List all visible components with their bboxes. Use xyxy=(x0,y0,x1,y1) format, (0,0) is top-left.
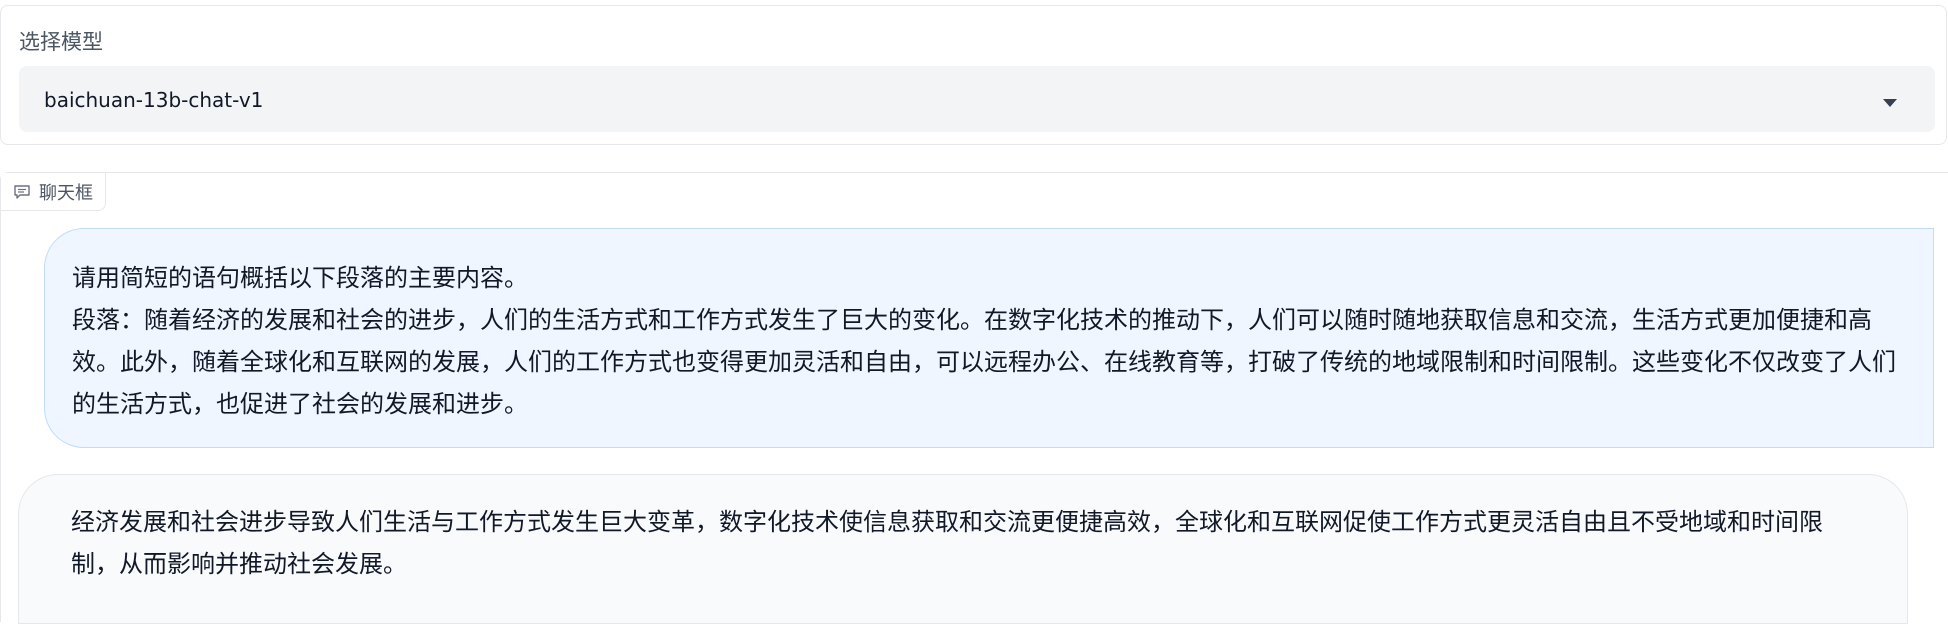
chatbot-label: 聊天框 xyxy=(39,182,93,204)
model-dropdown-value: baichuan-13b-chat-v1 xyxy=(44,88,264,112)
bot-message: 经济发展和社会进步导致人们生活与工作方式发生巨大变革，数字化技术使信息获取和交流… xyxy=(18,474,1908,624)
user-message: 请用简短的语句概括以下段落的主要内容。 段落：随着经济的发展和社会的进步，人们的… xyxy=(44,228,1934,448)
user-message-line: 请用简短的语句概括以下段落的主要内容。 xyxy=(72,264,528,292)
model-selector-panel: 选择模型 baichuan-13b-chat-v1 xyxy=(0,5,1947,145)
chatbot-label-tab: 聊天框 xyxy=(1,173,106,211)
bot-message-text: 经济发展和社会进步导致人们生活与工作方式发生巨大变革，数字化技术使信息获取和交流… xyxy=(71,508,1823,578)
chevron-down-icon[interactable] xyxy=(1883,99,1897,107)
model-dropdown[interactable]: baichuan-13b-chat-v1 xyxy=(19,66,1935,132)
chat-bubble-icon xyxy=(14,184,30,199)
user-message-paragraph: 段落：随着经济的发展和社会的进步，人们的生活方式和工作方式发生了巨大的变化。在数… xyxy=(72,306,1896,418)
model-select-label: 选择模型 xyxy=(19,30,103,54)
